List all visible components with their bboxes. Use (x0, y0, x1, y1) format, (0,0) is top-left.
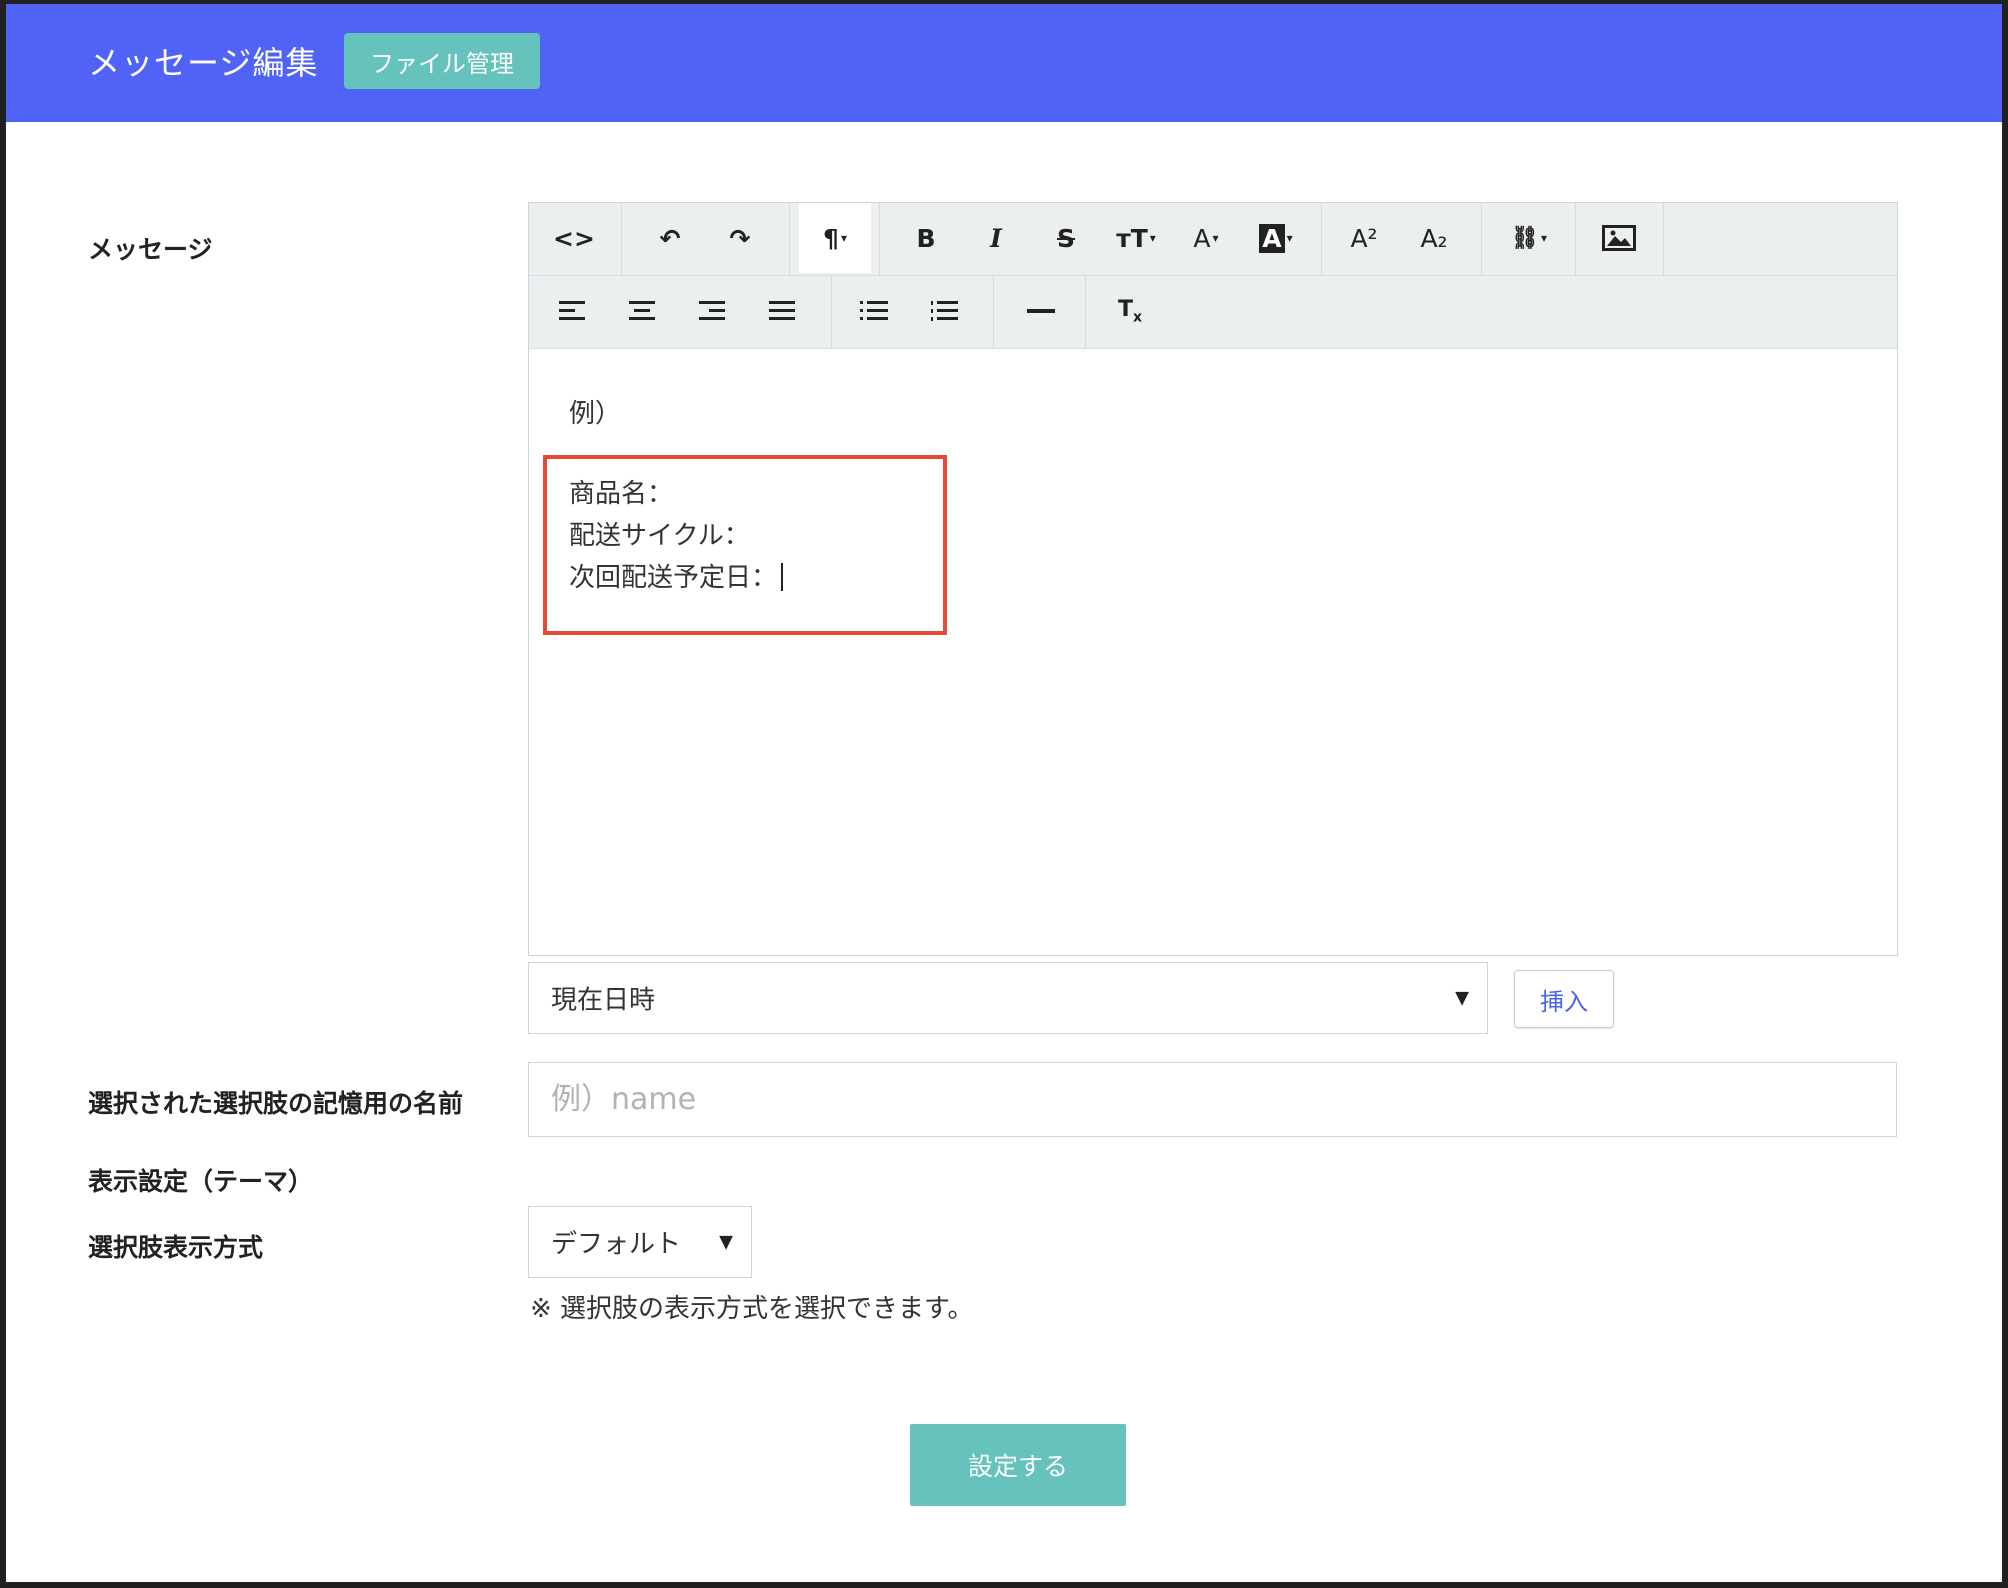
toolbar-divider (621, 203, 622, 275)
choice-display-label: 選択肢表示方式 (88, 1233, 264, 1262)
toolbar-row-1: <> ↶ ↷ ¶ ▾ B I S тT ▾ A ▾ A ▾ A² A₂ ⛓ ▾ (529, 203, 1897, 276)
redo-icon[interactable]: ↷ (705, 203, 775, 273)
insert-button[interactable]: 挿入 (1514, 970, 1614, 1028)
caret-down-icon: ▾ (1540, 231, 1547, 245)
caret-down-icon: ▾ (840, 231, 847, 245)
text-color-button[interactable]: A ▾ (1171, 203, 1241, 273)
image-icon-svg (1602, 225, 1636, 251)
choice-display-select-value: デフォルト (551, 1229, 682, 1260)
caret-down-icon: ▾ (1286, 231, 1293, 245)
code-view-icon[interactable]: <> (529, 203, 619, 273)
link-icon: ⛓ (1511, 225, 1539, 251)
toolbar-divider (831, 276, 832, 348)
choice-display-note: ※ 選択肢の表示方式を選択できます。 (530, 1294, 974, 1324)
editor-line: 商品名： (569, 479, 674, 509)
message-label: メッセージ (88, 235, 213, 264)
toolbar-divider (789, 203, 790, 275)
toolbar-row-2: Tx (529, 276, 1897, 349)
toolbar-divider (1575, 203, 1576, 275)
align-left-icon[interactable] (537, 276, 607, 346)
superscript-icon[interactable]: A² (1329, 203, 1399, 273)
memory-name-input[interactable] (528, 1062, 1897, 1137)
bold-icon[interactable]: B (891, 203, 961, 273)
variable-select-value: 現在日時 (551, 985, 656, 1016)
submit-button[interactable]: 設定する (910, 1424, 1126, 1506)
toolbar-divider (1663, 203, 1664, 275)
text-cursor (781, 563, 784, 591)
dropdown-arrow-icon: ▼ (719, 1231, 733, 1253)
link-button[interactable]: ⛓ ▾ (1489, 203, 1569, 273)
ordered-list-icon[interactable] (909, 276, 979, 346)
align-center-icon[interactable] (607, 276, 677, 346)
caret-down-icon: ▾ (1149, 231, 1156, 245)
clear-format-icon[interactable]: Tx (1095, 276, 1165, 346)
subscript-icon[interactable]: A₂ (1399, 203, 1469, 273)
variable-select[interactable]: 現在日時 ▼ (528, 962, 1488, 1034)
toolbar-divider (993, 276, 994, 348)
toolbar-divider (1085, 276, 1086, 348)
toolbar-divider (1321, 203, 1322, 275)
toolbar-divider (1481, 203, 1482, 275)
background-color-button[interactable]: A ▾ (1241, 203, 1311, 273)
memory-name-label: 選択された選択肢の記憶用の名前 (88, 1089, 464, 1118)
choice-display-select[interactable]: デフォルト ▼ (528, 1206, 752, 1278)
editor-line: 配送サイクル： (569, 521, 750, 551)
strikethrough-icon[interactable]: S (1031, 203, 1101, 273)
rich-text-editor: <> ↶ ↷ ¶ ▾ B I S тT ▾ A ▾ A ▾ A² A₂ ⛓ ▾ … (528, 202, 1898, 956)
caret-down-icon: ▾ (1212, 231, 1219, 245)
dropdown-arrow-icon: ▼ (1455, 987, 1469, 1009)
align-justify-icon[interactable] (747, 276, 817, 346)
background-color-icon: A (1259, 223, 1285, 253)
font-size-button[interactable]: тT ▾ (1101, 203, 1171, 273)
header-bar: メッセージ編集 ファイル管理 (6, 4, 2002, 122)
editor-line-with-cursor: 次回配送予定日： (569, 557, 784, 599)
display-theme-label: 表示設定（テーマ） (88, 1167, 314, 1196)
paragraph-format-button[interactable]: ¶ ▾ (799, 203, 871, 273)
page-title: メッセージ編集 (88, 44, 319, 82)
undo-icon[interactable]: ↶ (635, 203, 705, 273)
file-management-button[interactable]: ファイル管理 (344, 33, 540, 89)
font-size-icon: тT (1116, 223, 1148, 253)
align-right-icon[interactable] (677, 276, 747, 346)
toolbar-divider (879, 203, 880, 275)
image-icon[interactable] (1583, 203, 1655, 273)
paragraph-format-icon: ¶ (823, 223, 839, 253)
page-frame: メッセージ編集 ファイル管理 メッセージ <> ↶ ↷ ¶ ▾ B I S тT ▾… (6, 4, 2002, 1582)
editor-lines[interactable]: 商品名： 配送サイクル： 次回配送予定日： (569, 473, 784, 599)
editor-example-text: 例） (569, 399, 622, 429)
horizontal-rule-icon[interactable] (1001, 276, 1081, 346)
text-color-icon: A (1193, 223, 1211, 253)
editor-line: 次回配送予定日： (569, 563, 778, 593)
unordered-list-icon[interactable] (839, 276, 909, 346)
italic-icon[interactable]: I (961, 203, 1031, 273)
